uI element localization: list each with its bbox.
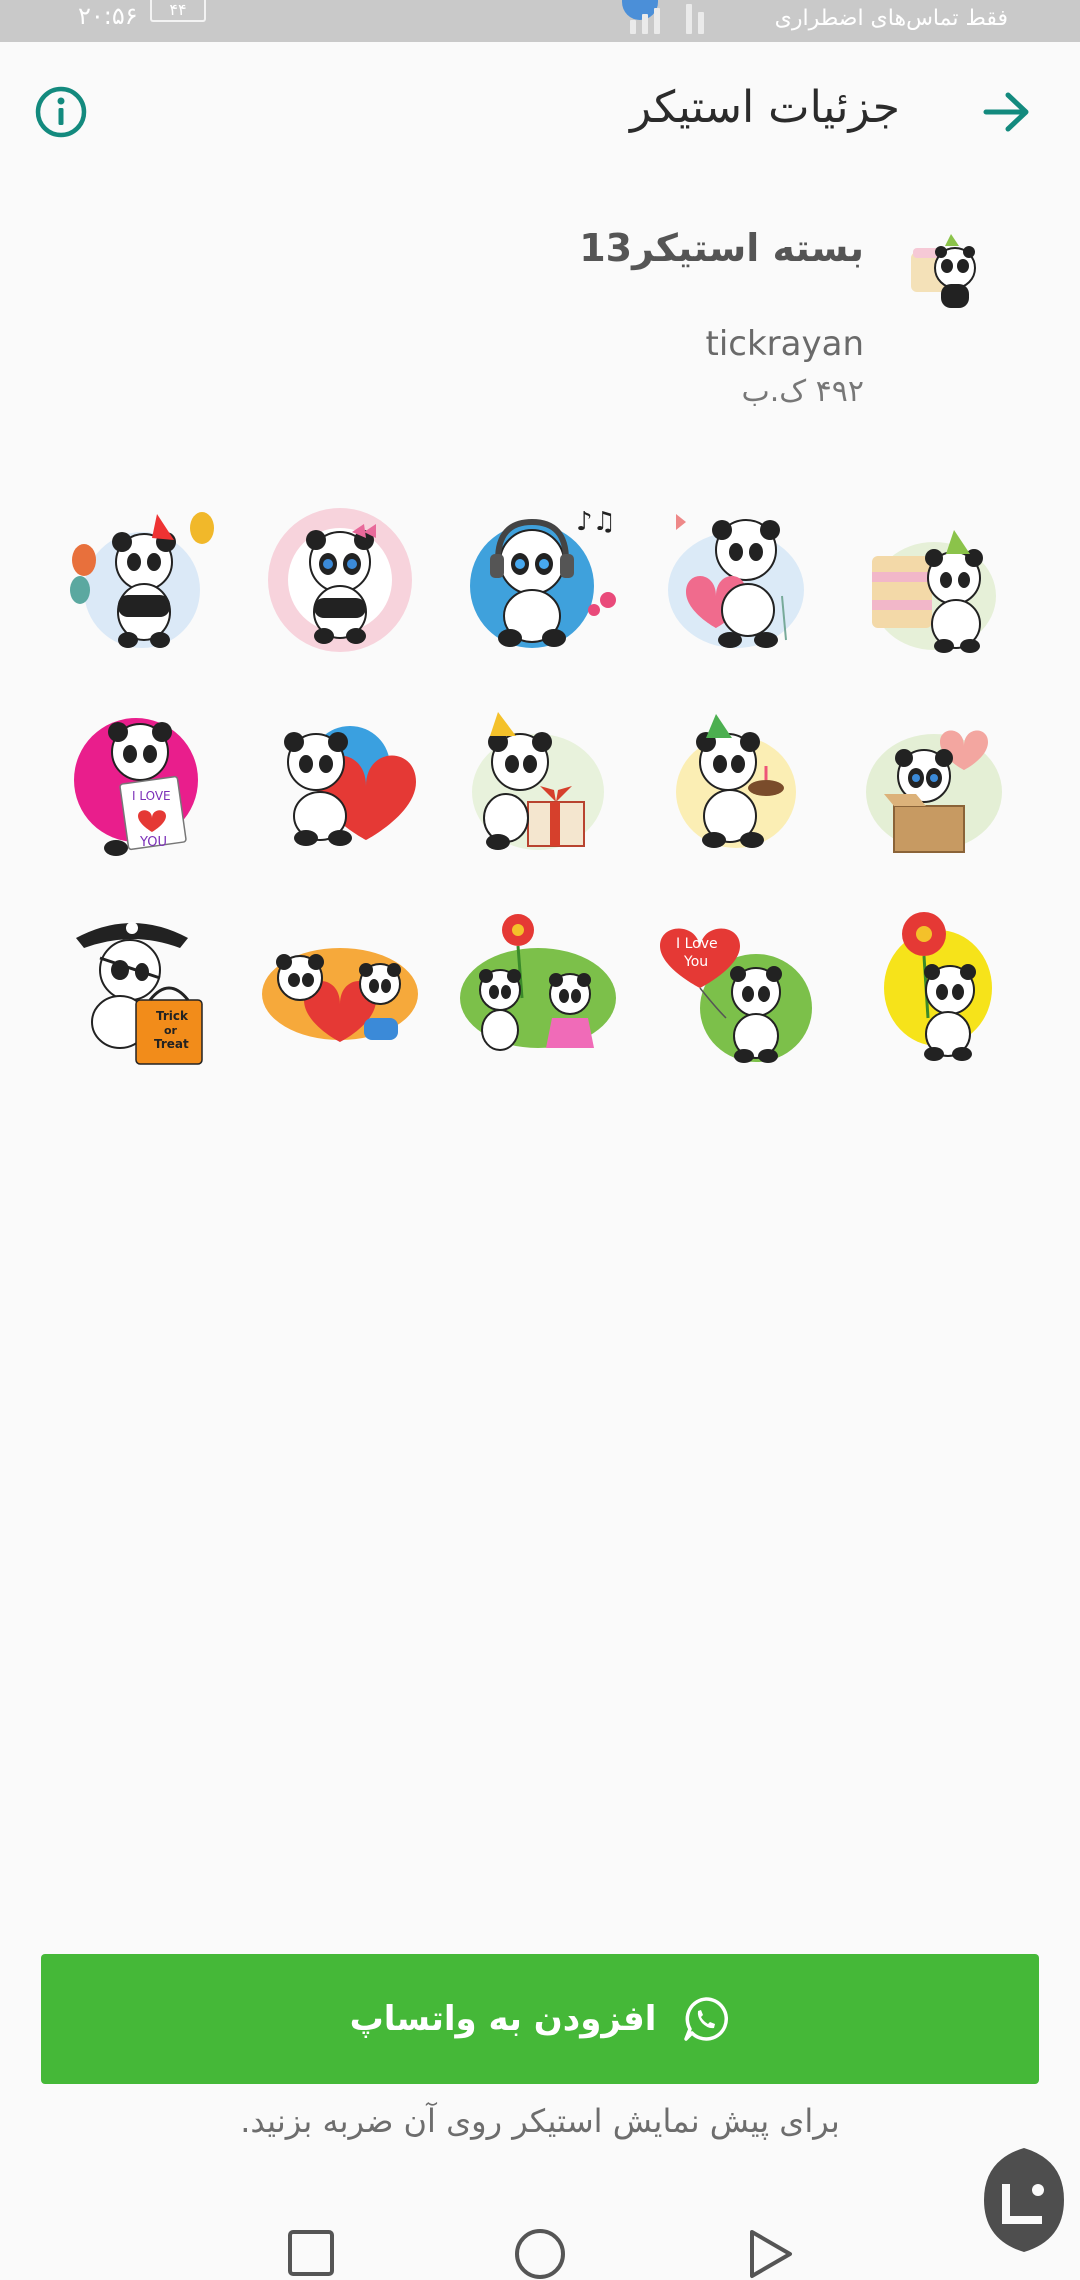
carrier-text: فقط تماس‌های اضطراری [774, 6, 1008, 31]
system-navigation-bar [0, 2200, 1080, 2280]
panda-balloons-sticker[interactable] [62, 500, 222, 660]
panda-birthday-cake-sticker[interactable] [656, 706, 816, 866]
whatsapp-icon [684, 1997, 729, 2041]
signal-bar [654, 8, 660, 34]
clock: ۲۰:۵۶ [78, 2, 138, 30]
svg-text:Trick: Trick [156, 1009, 189, 1023]
page-title: جزئیات استیکر [629, 82, 900, 133]
pack-title: بسته استیکر13 [579, 226, 864, 270]
circle-home-icon[interactable] [512, 2226, 568, 2280]
panda-gift-box-sticker[interactable] [458, 706, 618, 866]
svg-text:You: You [683, 954, 708, 970]
svg-text:Treat: Treat [154, 1037, 189, 1051]
panda-cake-party-hat-sticker[interactable] [854, 500, 1014, 660]
preview-hint-text: برای پیش نمایش استیکر روی آن ضربه بزنید. [240, 2102, 840, 2140]
arrow-right-icon[interactable] [980, 87, 1034, 137]
panda-pink-flowers-sticker[interactable] [260, 500, 420, 660]
panda-red-heart-sticker[interactable] [260, 706, 420, 866]
watermark-logo [984, 2148, 1064, 2252]
panda-headphones-sticker[interactable]: ♪♫ [458, 500, 618, 660]
pack-size: ۴۹۲ ک.ب [741, 374, 864, 409]
svg-text:YOU: YOU [139, 835, 167, 850]
signal-icons [630, 4, 760, 34]
status-bar: فقط تماس‌های اضطراری ۴۴ ۲۰:۵۶ [0, 0, 1080, 42]
wifi-icon [630, 20, 636, 34]
svg-text:I Love: I Love [676, 936, 718, 952]
pack-tray-icon [911, 234, 976, 308]
panda-heart-butterfly-sticker[interactable] [656, 500, 816, 660]
panda-i-love-you-sign-sticker[interactable]: I LOVE YOU [62, 706, 222, 866]
app-header: جزئیات استیکر [0, 42, 1080, 182]
signal-bar [642, 14, 648, 34]
panda-couple-heart-sticker[interactable] [260, 908, 420, 1068]
panda-red-flower-sticker[interactable] [854, 908, 1014, 1068]
panda-pirate-trick-or-treat-sticker[interactable]: Trick or Treat [62, 908, 222, 1068]
panda-couple-flower-sticker[interactable] [458, 908, 618, 1068]
battery-icon: ۴۴ [150, 0, 206, 22]
add-button-label: افزودن به واتساپ [349, 1999, 657, 2039]
signal-bar [686, 4, 692, 34]
panda-i-love-you-balloon-sticker[interactable]: I Love You [656, 908, 816, 1068]
add-to-whatsapp-button[interactable]: افزودن به واتساپ [41, 1954, 1039, 2084]
svg-text:♪♫: ♪♫ [576, 507, 616, 537]
info-circle-icon[interactable] [34, 85, 88, 139]
triangle-back-icon[interactable] [742, 2226, 798, 2280]
svg-text:I LOVE: I LOVE [132, 789, 171, 803]
svg-text:or: or [164, 1024, 178, 1037]
square-recents-icon[interactable] [284, 2226, 340, 2280]
pack-publisher: tickrayan [705, 324, 864, 364]
panda-box-heart-balloon-sticker[interactable] [854, 706, 1014, 866]
signal-bar [698, 12, 704, 34]
